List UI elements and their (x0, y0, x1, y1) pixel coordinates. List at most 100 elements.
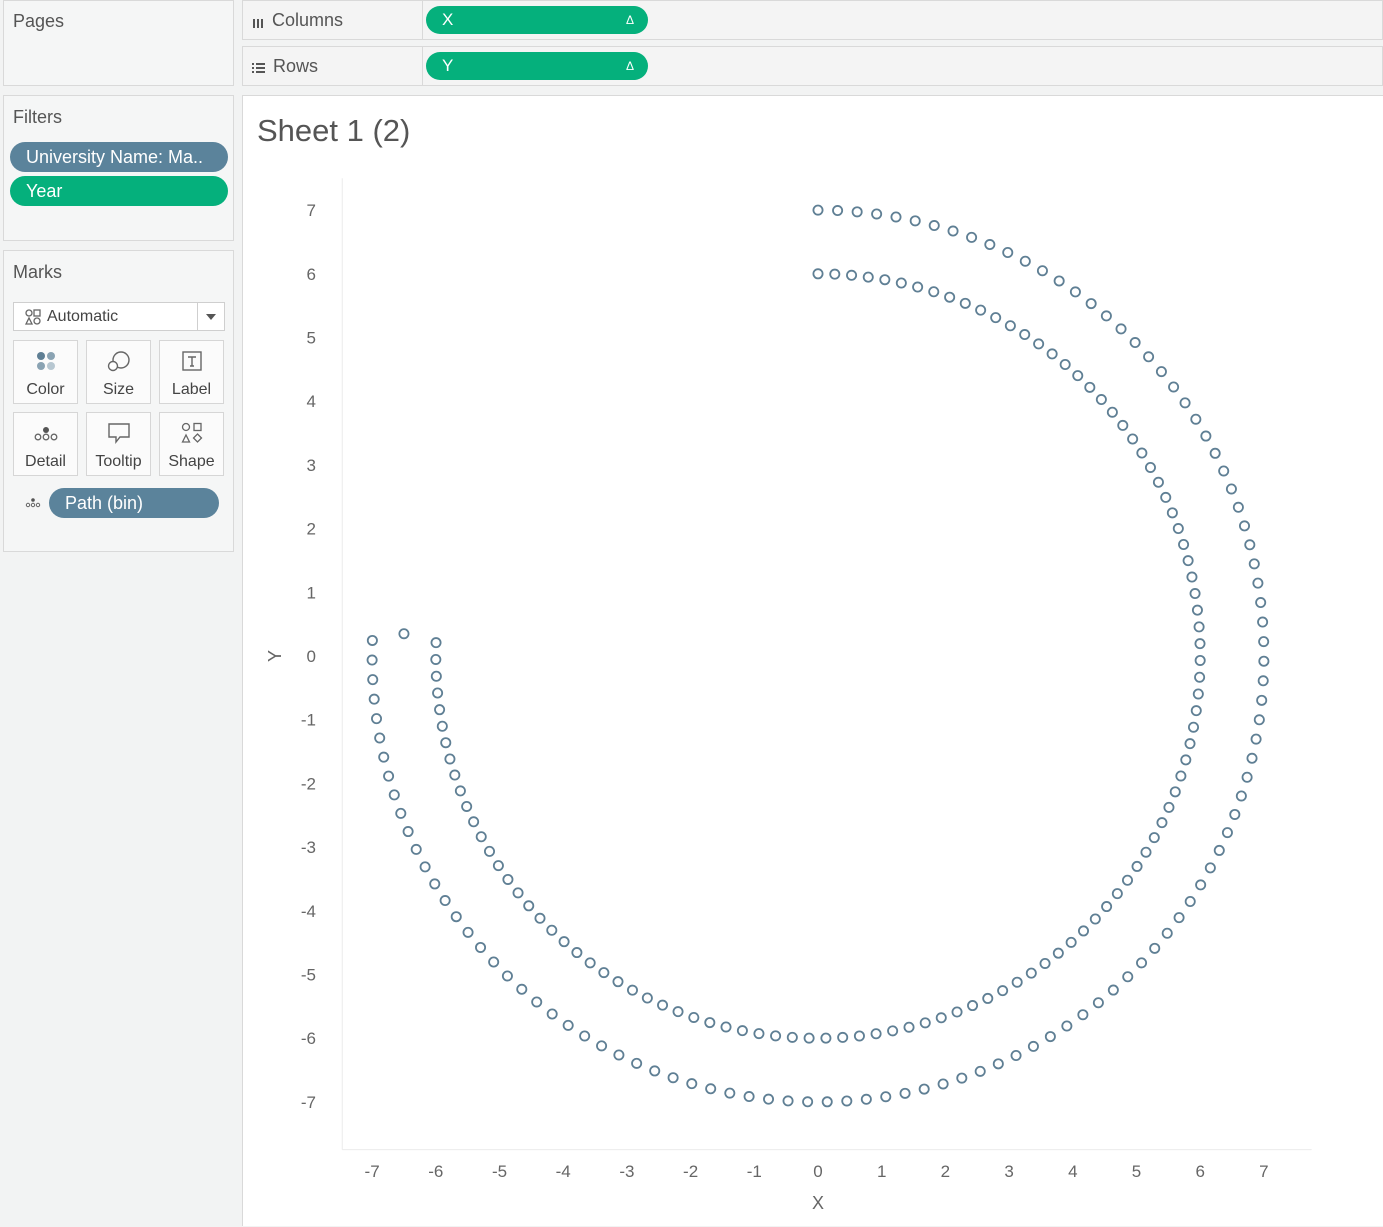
shape-button[interactable]: Shape (159, 412, 224, 476)
size-button[interactable]: Size (86, 340, 151, 404)
data-point[interactable] (974, 1065, 986, 1077)
data-point[interactable] (488, 956, 500, 968)
data-point[interactable] (928, 286, 940, 298)
data-point[interactable] (918, 1083, 930, 1095)
data-point[interactable] (860, 1093, 872, 1105)
data-point[interactable] (820, 1032, 832, 1044)
data-point[interactable] (1258, 636, 1270, 648)
data-point[interactable] (947, 225, 959, 237)
columns-pill-x[interactable]: X Δ (426, 6, 648, 34)
data-point[interactable] (829, 268, 841, 280)
data-point[interactable] (890, 211, 902, 223)
data-point[interactable] (546, 1008, 558, 1020)
data-point[interactable] (1046, 348, 1058, 360)
data-point[interactable] (736, 1025, 748, 1037)
data-point[interactable] (1169, 786, 1181, 798)
data-point[interactable] (1192, 688, 1204, 700)
data-point[interactable] (1117, 419, 1129, 431)
data-point[interactable] (686, 1078, 698, 1090)
data-point[interactable] (1255, 597, 1267, 609)
data-point[interactable] (432, 687, 444, 699)
data-point[interactable] (1244, 539, 1256, 551)
data-point[interactable] (439, 895, 451, 907)
data-point[interactable] (821, 1096, 833, 1108)
data-point[interactable] (546, 924, 558, 936)
data-point[interactable] (1253, 714, 1265, 726)
rows-pill-y[interactable]: Y Δ (426, 52, 648, 80)
data-point[interactable] (802, 1096, 814, 1108)
data-point[interactable] (912, 281, 924, 293)
data-point[interactable] (1189, 588, 1201, 600)
data-point[interactable] (398, 628, 410, 640)
data-point[interactable] (1184, 738, 1196, 750)
data-point[interactable] (374, 732, 386, 744)
data-point[interactable] (803, 1032, 815, 1044)
data-point[interactable] (1186, 571, 1198, 583)
data-point[interactable] (1213, 844, 1225, 856)
data-point[interactable] (1257, 616, 1269, 628)
data-point[interactable] (1172, 523, 1184, 535)
data-point[interactable] (1106, 406, 1118, 418)
data-point[interactable] (1180, 754, 1192, 766)
data-point[interactable] (1144, 461, 1156, 473)
chevron-down-icon[interactable] (206, 314, 216, 320)
data-point[interactable] (492, 860, 504, 872)
data-point[interactable] (657, 999, 669, 1011)
data-point[interactable] (1100, 310, 1112, 322)
data-point[interactable] (1059, 358, 1071, 370)
data-point[interactable] (1136, 447, 1148, 459)
scatter-chart[interactable]: -7 -6 -5 -4 -3 -2 -1 0 1 2 3 4 5 6 7 7 6 5 4 3 2 1 0 -1 -2 -3 -4 -5… (243, 96, 1383, 1227)
data-point[interactable] (475, 831, 487, 843)
data-point[interactable] (419, 861, 431, 873)
data-point[interactable] (997, 985, 1009, 997)
data-point[interactable] (1168, 381, 1180, 393)
data-point[interactable] (1039, 957, 1051, 969)
data-point[interactable] (1027, 1040, 1039, 1052)
data-point[interactable] (919, 1017, 931, 1029)
data-point[interactable] (1209, 447, 1221, 459)
data-point[interactable] (880, 1091, 892, 1103)
data-point[interactable] (1136, 957, 1148, 969)
data-point[interactable] (1131, 860, 1143, 872)
data-point[interactable] (959, 297, 971, 309)
data-point[interactable] (1121, 874, 1133, 886)
data-point[interactable] (1065, 936, 1077, 948)
data-point[interactable] (851, 206, 863, 218)
data-point[interactable] (975, 304, 987, 316)
data-point[interactable] (1010, 1050, 1022, 1062)
data-point[interactable] (531, 996, 543, 1008)
data-point[interactable] (1166, 507, 1178, 519)
tooltip-button[interactable]: Tooltip (86, 412, 151, 476)
data-point[interactable] (1019, 255, 1031, 267)
data-point[interactable] (1155, 366, 1167, 378)
data-point[interactable] (1204, 862, 1216, 874)
data-point[interactable] (1011, 976, 1023, 988)
data-point[interactable] (935, 1012, 947, 1024)
data-point[interactable] (1160, 491, 1172, 503)
data-point[interactable] (846, 269, 858, 281)
data-point[interactable] (444, 753, 456, 765)
data-point[interactable] (1175, 770, 1187, 782)
data-point[interactable] (1069, 286, 1081, 298)
data-point[interactable] (753, 1028, 765, 1040)
data-point[interactable] (571, 947, 583, 959)
data-point[interactable] (1092, 997, 1104, 1009)
data-point[interactable] (371, 713, 383, 725)
data-point[interactable] (502, 873, 514, 885)
data-point[interactable] (879, 274, 891, 286)
data-point[interactable] (982, 992, 994, 1004)
data-point[interactable] (667, 1072, 679, 1084)
data-point[interactable] (1194, 671, 1206, 683)
data-point[interactable] (484, 845, 496, 857)
data-point[interactable] (558, 936, 570, 948)
data-point[interactable] (1044, 1031, 1056, 1043)
data-point[interactable] (450, 911, 462, 923)
data-point[interactable] (395, 807, 407, 819)
data-point[interactable] (909, 215, 921, 227)
data-point[interactable] (468, 816, 480, 828)
data-point[interactable] (895, 277, 907, 289)
data-point[interactable] (1122, 971, 1134, 983)
detail-pill-path-bin[interactable]: Path (bin) (49, 488, 219, 518)
data-point[interactable] (743, 1091, 755, 1103)
data-point[interactable] (402, 826, 414, 838)
